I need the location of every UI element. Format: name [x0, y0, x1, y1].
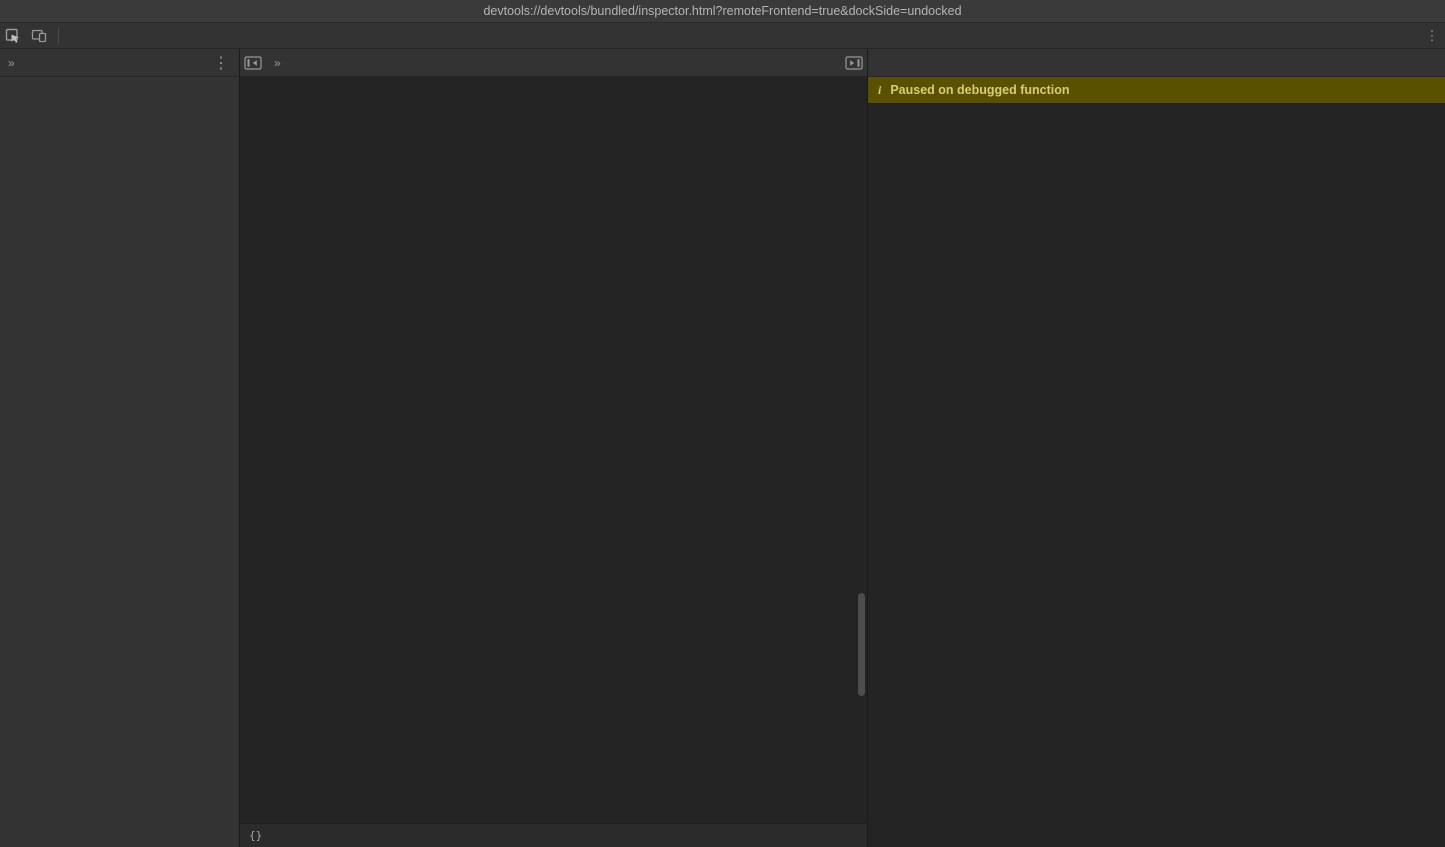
navigator-pane: » ⋮ — [0, 49, 239, 847]
traffic-lights — [10, 5, 62, 17]
editor-vertical-scrollbar[interactable] — [858, 593, 865, 696]
inspect-cursor-icon — [5, 28, 21, 44]
window-title: devtools://devtools/bundled/inspector.ht… — [0, 4, 1445, 18]
navigator-menu-button[interactable]: ⋮ — [203, 49, 239, 76]
toolbar-separator — [58, 27, 59, 44]
editor-pane: » {} — [240, 49, 867, 847]
device-toolbar-button[interactable] — [26, 23, 52, 48]
show-debugger-sidebar-button[interactable] — [841, 49, 867, 76]
device-toolbar-icon — [31, 28, 47, 44]
zoom-window-button[interactable] — [50, 5, 62, 17]
close-window-button[interactable] — [10, 5, 22, 17]
debugger-toolbar — [868, 49, 1445, 77]
show-debugger-sidebar-icon — [845, 56, 863, 70]
debugger-pane: i Paused on debugged function — [868, 49, 1445, 847]
debugger-sections — [868, 104, 1445, 847]
main-menu-button[interactable]: ⋮ — [1419, 23, 1445, 48]
hide-navigator-icon — [244, 56, 262, 70]
editor-status-bar: {} — [240, 823, 867, 847]
inspect-element-button[interactable] — [0, 23, 26, 48]
editor-tab-strip: » — [240, 49, 867, 77]
paused-message: Paused on debugged function — [890, 83, 1069, 97]
navigator-tab-strip: » ⋮ — [0, 49, 239, 77]
pretty-print-button[interactable]: {} — [240, 829, 271, 842]
hide-navigator-button[interactable] — [240, 49, 266, 76]
source-editor[interactable] — [240, 77, 867, 823]
paused-banner: i Paused on debugged function — [868, 77, 1445, 104]
more-editor-tabs-chevron[interactable]: » — [266, 49, 289, 76]
file-tree — [0, 77, 239, 847]
devtools-window: devtools://devtools/bundled/inspector.ht… — [0, 0, 1445, 847]
minimize-window-button[interactable] — [30, 5, 42, 17]
content-area: » ⋮ » {} — [0, 49, 1445, 847]
info-icon: i — [878, 83, 881, 98]
window-titlebar: devtools://devtools/bundled/inspector.ht… — [0, 0, 1445, 23]
more-navigator-tabs-chevron[interactable]: » — [0, 49, 23, 76]
main-toolbar: ⋮ — [0, 23, 1445, 49]
